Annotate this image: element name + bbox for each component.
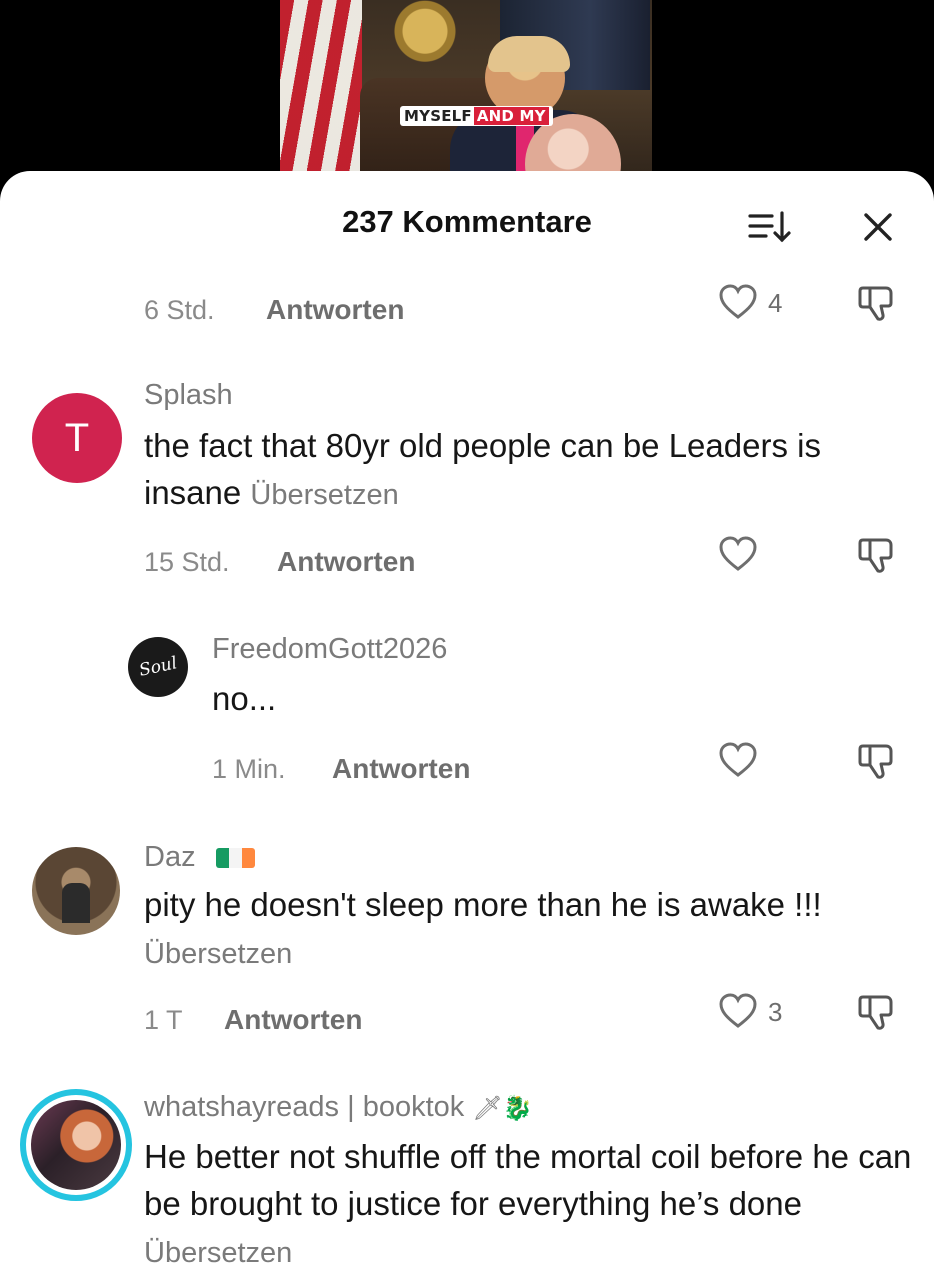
comment-time: 6 Std. [144,295,215,325]
comment-time: 1 T [144,1005,183,1035]
heart-icon[interactable] [718,535,758,573]
dislike-icon[interactable] [856,283,900,323]
avatar-letter: T [64,415,90,460]
reply-button[interactable]: Antworten [332,753,470,785]
flag-image [280,0,362,200]
heart-icon[interactable] [718,992,758,1030]
comment-username[interactable]: whatshayreads | booktok 🗡🐉 [144,1091,533,1124]
comment-text: no... [212,675,812,722]
dislike-icon[interactable] [856,741,900,781]
comment-username[interactable]: FreedomGott2026 [212,633,447,666]
comments-sheet: 237 Kommentare 6 Std. Antworten 4 T Spla… [0,171,934,1280]
heart-icon[interactable] [718,741,758,779]
heart-icon[interactable] [718,283,758,321]
video-player[interactable]: MYSELF AND MY [0,0,934,200]
avatar[interactable] [20,1089,132,1201]
avatar[interactable]: Soul [128,637,188,697]
caption-word-1: MYSELF [404,107,472,125]
comment-body: He better not shuffle off the mortal coi… [144,1138,912,1222]
comment-text: pity he doesn't sleep more than he is aw… [144,881,904,978]
person-hair [488,36,570,72]
avatar[interactable]: T [32,393,122,483]
like-count: 3 [768,997,783,1027]
comment-time: 1 Min. [212,754,286,784]
avatar-photo [31,1100,121,1190]
reply-button[interactable]: Antworten [224,1004,362,1036]
reply-button[interactable]: Antworten [266,294,404,326]
video-frame: MYSELF AND MY [280,0,652,200]
dislike-icon[interactable] [856,535,900,575]
sword-dragon-icon: 🗡🐉 [472,1095,533,1122]
translate-link[interactable]: Übersetzen [144,938,292,970]
comment-username[interactable]: Daz [144,841,196,874]
ornament-image [390,0,460,78]
comment-text: the fact that 80yr old people can be Lea… [144,422,914,519]
like-count: 4 [768,288,783,318]
avatar[interactable] [32,847,120,935]
translate-link[interactable]: Übersetzen [250,479,398,511]
avatar-text: Soul [137,653,179,681]
comment-text: He better not shuffle off the mortal coi… [144,1133,914,1277]
close-icon[interactable] [858,207,898,247]
comment-body: pity he doesn't sleep more than he is aw… [144,886,822,923]
dislike-icon[interactable] [856,992,900,1032]
comment-body: no... [212,680,277,717]
comment-time: 15 Std. [144,547,230,577]
avatar-figure [62,883,90,923]
video-caption: MYSELF AND MY [400,106,553,126]
sort-icon[interactable] [744,207,794,247]
reply-button[interactable]: Antworten [277,546,415,578]
translate-link[interactable]: Übersetzen [144,1237,292,1269]
caption-word-2: AND MY [473,107,549,125]
username-text: whatshayreads | booktok [144,1091,465,1123]
comment-body: the fact that 80yr old people can be Lea… [144,427,821,511]
comment-username[interactable]: Splash [144,379,233,412]
username-text: Daz [144,841,196,873]
ireland-flag-icon [216,848,255,868]
